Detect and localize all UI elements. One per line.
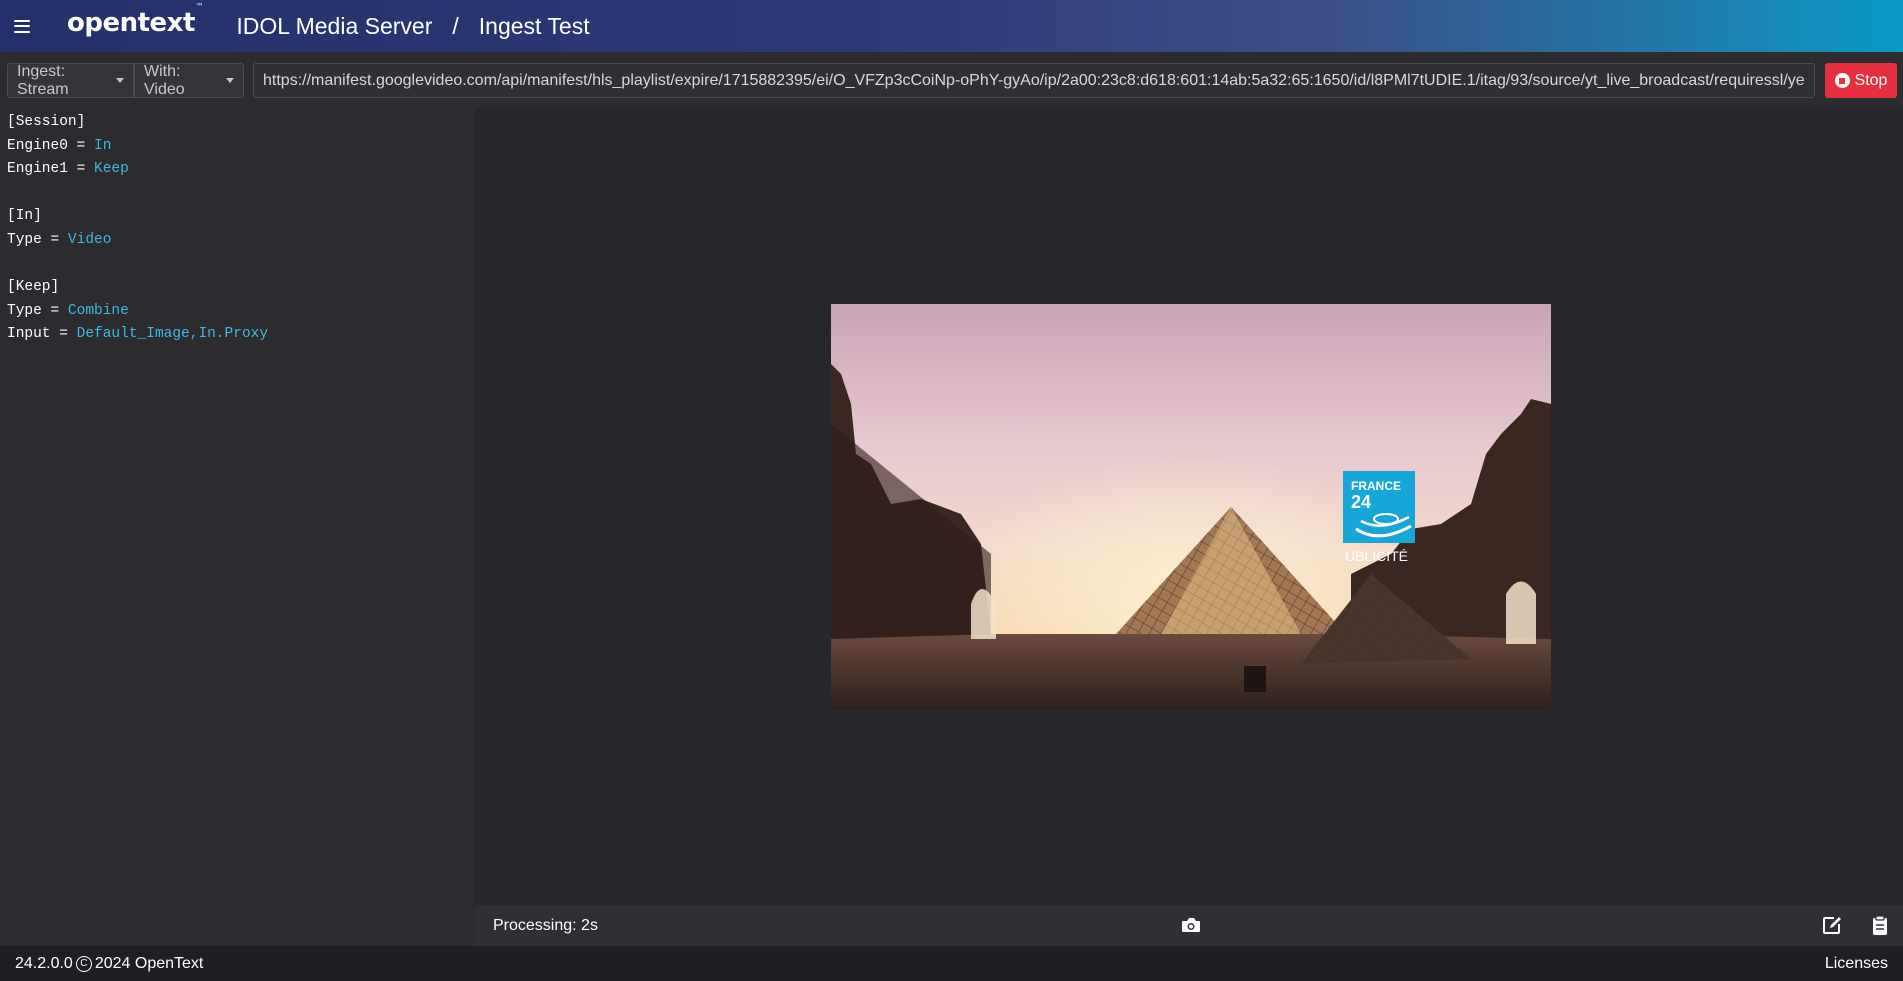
licenses-link[interactable]: Licenses [1825, 955, 1888, 973]
stop-button-label: Stop [1854, 71, 1888, 89]
config-key: [Keep] [7, 279, 60, 296]
copyright-icon: C [75, 955, 92, 972]
caret-down-icon [226, 78, 234, 83]
config-line: Type = Combine [7, 300, 468, 324]
config-value: In [94, 137, 112, 154]
svg-text:UBLICITÉ: UBLICITÉ [1345, 548, 1408, 564]
config-key: Type = [7, 231, 68, 248]
config-value: Default_Image,In.Proxy [76, 326, 269, 343]
louvre-pyramid-video-image: FRANCE 24 UBLICITÉ [831, 304, 1551, 709]
config-editor[interactable]: [Session] Engine0 = In Engine1 = Keep [In] T… [0, 108, 475, 946]
ingest-type-label: Ingest: Stream [17, 62, 69, 98]
edit-icon[interactable] [1821, 915, 1843, 935]
ingest-toolbar: Ingest: Stream With: Video Stop [0, 52, 1903, 108]
config-line: Engine0 = In [7, 135, 468, 159]
camera-icon[interactable] [1180, 915, 1202, 935]
config-key: [Session] [7, 114, 86, 130]
config-line: Type = Video [7, 229, 468, 253]
svg-text:24: 24 [1351, 492, 1371, 512]
page-title: Ingest Test [478, 12, 590, 39]
video-frame: FRANCE 24 UBLICITÉ [831, 304, 1551, 709]
copyright-text: 2024 OpenText [94, 954, 204, 972]
app-footer: 24.2.0.0 C 2024 OpenText Licenses [0, 946, 1903, 981]
opentext-logo: opentext™ [67, 2, 204, 38]
config-line: Engine1 = Keep [7, 158, 468, 182]
config-key: Engine1 = [7, 161, 95, 178]
svg-text:FRANCE: FRANCE [1351, 479, 1401, 493]
stop-button[interactable]: Stop [1825, 63, 1897, 98]
version-number: 24.2.0.0 [15, 954, 73, 972]
breadcrumb-separator: / [452, 12, 459, 39]
config-key: Engine0 = [7, 137, 95, 154]
config-key: [In] [7, 208, 42, 225]
hamburger-menu-icon[interactable] [0, 0, 44, 52]
ingest-type-dropdown[interactable]: Ingest: Stream [7, 63, 134, 98]
config-line: [Keep] [7, 276, 468, 300]
video-viewer: FRANCE 24 UBLICITÉ [475, 108, 1903, 905]
with-type-dropdown[interactable]: With: Video [134, 63, 244, 98]
config-value: Combine [67, 302, 129, 319]
clipboard-icon[interactable] [1869, 915, 1891, 935]
config-line: [In] [7, 205, 468, 229]
breadcrumb-app-title[interactable]: IDOL Media Server [236, 13, 432, 40]
processing-status: Processing: 2s [493, 916, 598, 934]
viewer-status-bar: Processing: 2s [475, 905, 1903, 946]
config-line: [Session] [7, 111, 468, 135]
caret-down-icon [116, 78, 124, 83]
stream-url-input[interactable] [253, 63, 1815, 98]
with-type-label: With: Video [144, 62, 185, 98]
france24-logo: FRANCE 24 UBLICITÉ [1343, 471, 1415, 564]
version-copyright: 24.2.0.0 C 2024 OpenText [15, 955, 203, 973]
config-key: Type = [7, 302, 68, 319]
app-header: opentext™ IDOL Media Server / Ingest Tes… [0, 0, 1903, 52]
config-line [7, 182, 468, 206]
config-value: Keep [94, 161, 129, 178]
config-line: Input = Default_Image,In.Proxy [7, 323, 468, 347]
config-key: Input = [7, 326, 77, 343]
config-line [7, 253, 468, 277]
config-value: Video [67, 231, 112, 248]
breadcrumb: IDOL Media Server / Ingest Test [236, 13, 589, 40]
stop-circle-icon [1834, 73, 1850, 88]
